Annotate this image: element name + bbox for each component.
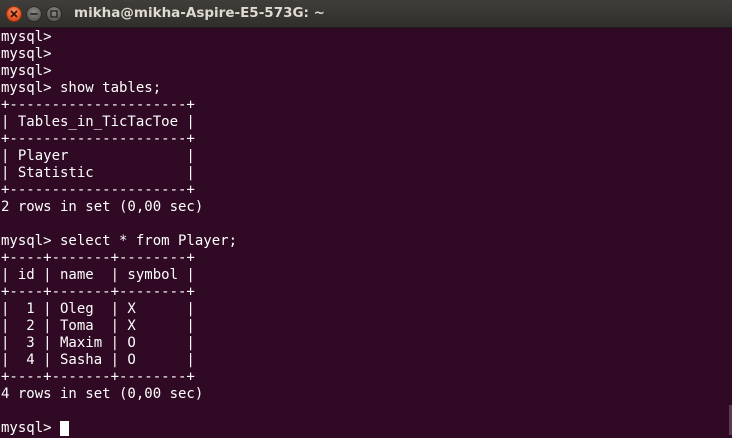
terminal-line: 2 rows in set (0,00 sec): [1, 199, 204, 215]
terminal-line: 4 rows in set (0,00 sec): [1, 386, 204, 402]
terminal-line: mysql>: [1, 46, 52, 62]
terminal-line: | Player |: [1, 148, 195, 164]
terminal-line: mysql> show tables;: [1, 80, 162, 96]
terminal-window: mikha@mikha-Aspire-E5-573G: ~ mysql> mys…: [0, 0, 732, 438]
text-cursor: [60, 421, 70, 436]
maximize-icon[interactable]: [46, 6, 62, 22]
terminal-line: | 4 | Sasha | O |: [1, 352, 195, 368]
window-title: mikha@mikha-Aspire-E5-573G: ~: [74, 5, 325, 21]
terminal-line: | 3 | Maxim | O |: [1, 335, 195, 351]
title-bar: mikha@mikha-Aspire-E5-573G: ~: [0, 0, 732, 28]
prompt-text: mysql>: [1, 420, 61, 436]
terminal-output[interactable]: mysql> mysql> mysql> mysql> show tables;…: [0, 29, 732, 438]
terminal-line: +---------------------+: [1, 131, 195, 147]
terminal-line: | Tables_in_TicTacToe |: [1, 114, 195, 130]
terminal-line: | Statistic |: [1, 165, 195, 181]
terminal-line: mysql>: [1, 63, 52, 79]
terminal-line: mysql>: [1, 29, 52, 45]
terminal-line: +----+-------+--------+: [1, 284, 195, 300]
minimize-icon[interactable]: [26, 6, 42, 22]
close-icon[interactable]: [6, 6, 22, 22]
terminal-prompt-line[interactable]: mysql>: [1, 420, 70, 437]
terminal-line: mysql> select * from Player;: [1, 233, 238, 249]
terminal-line: +----+-------+--------+: [1, 369, 195, 385]
terminal-line: +----+-------+--------+: [1, 250, 195, 266]
terminal-line: +---------------------+: [1, 97, 195, 113]
terminal-line: +---------------------+: [1, 182, 195, 198]
terminal-line: | id | name | symbol |: [1, 267, 195, 283]
terminal-line: | 1 | Oleg | X |: [1, 301, 195, 317]
terminal-line: | 2 | Toma | X |: [1, 318, 195, 334]
